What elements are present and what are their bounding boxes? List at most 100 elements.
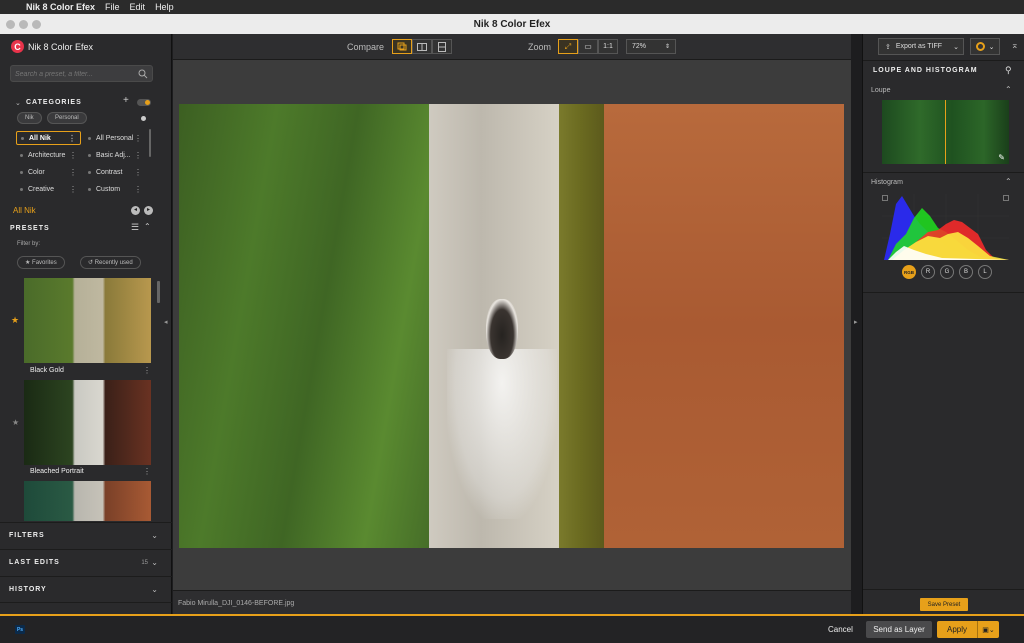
chevron-down-icon: ⌄: [151, 531, 158, 540]
section-last-edits[interactable]: LAST EDITS 15 ⌄: [0, 549, 172, 575]
chip-personal[interactable]: Personal: [47, 112, 87, 124]
nik-circle-icon: [975, 42, 985, 51]
save-preset-button[interactable]: Save Preset: [920, 598, 968, 611]
channel-b-button[interactable]: B: [959, 265, 973, 279]
previous-category-icon[interactable]: ◂: [131, 206, 140, 215]
menu-help[interactable]: Help: [155, 2, 184, 12]
filter-recently-used-button[interactable]: ↺ Recently used: [80, 256, 141, 269]
histogram-label: Histogram: [871, 179, 903, 186]
history-icon: ↺: [88, 260, 95, 266]
next-category-icon[interactable]: ▸: [144, 206, 153, 215]
menu-app-name[interactable]: Nik 8 Color Efex: [26, 2, 105, 12]
search-box[interactable]: [10, 65, 153, 82]
pin-icon[interactable]: ⚲: [1005, 65, 1012, 76]
search-icon[interactable]: [138, 69, 148, 79]
apply-options-button[interactable]: ▣⌄: [977, 621, 999, 638]
loupe-pin-icon[interactable]: ✎: [998, 153, 1005, 162]
categories-title: CATEGORIES: [26, 99, 82, 106]
loupe-histogram-title: LOUPE AND HISTOGRAM: [873, 67, 978, 74]
channel-r-button[interactable]: R: [921, 265, 935, 279]
category-basic-adjustments[interactable]: Basic Adj... ⋮: [84, 148, 146, 162]
categories-collapse-chevron-icon[interactable]: ⌄: [15, 99, 21, 107]
side-by-side-icon: [417, 42, 427, 51]
search-input[interactable]: [15, 68, 133, 80]
category-custom[interactable]: Custom ⋮: [84, 182, 146, 196]
loupe-label: Loupe: [871, 87, 891, 94]
channel-rgb-button[interactable]: RGB: [902, 265, 916, 279]
chip-nik[interactable]: Nik: [17, 112, 42, 124]
photoshop-icon: Ps: [15, 625, 25, 634]
photo-canvas[interactable]: [179, 104, 844, 548]
filter-favorites-button[interactable]: ★ Favorites: [17, 256, 65, 269]
menu-edit[interactable]: Edit: [130, 2, 156, 12]
compare-top-bottom-button[interactable]: [432, 39, 452, 54]
preset-menu-icon[interactable]: ⋮: [143, 366, 151, 375]
category-all-nik[interactable]: All Nik ⋮: [16, 131, 81, 145]
compare-label: Compare: [347, 42, 385, 52]
image-filename: Fabio Mirulla_DJI_0146-BEFORE.jpg: [178, 600, 295, 607]
add-category-icon[interactable]: +: [123, 95, 129, 106]
apply-button[interactable]: Apply: [937, 621, 977, 638]
fit-screen-icon: ⤢: [564, 41, 572, 51]
presets-scrollbar[interactable]: [157, 281, 160, 303]
panel-divider: [863, 60, 1024, 61]
category-all-personal[interactable]: All Personal ⋮: [84, 131, 146, 145]
chip-indicator-dot: [141, 116, 146, 121]
image-canvas-area: Compare Zoom ⤢ ▭ 1:1 72% ⇕ Fabio Mirulla_…: [173, 34, 851, 614]
category-contrast[interactable]: Contrast ⋮: [84, 165, 146, 179]
star-icon: ★: [25, 260, 33, 266]
section-filters[interactable]: FILTERS ⌄: [0, 522, 172, 548]
cancel-button[interactable]: Cancel: [828, 625, 853, 634]
zoom-fit-button[interactable]: ⤢: [558, 39, 578, 54]
presets-title: PRESETS: [10, 225, 50, 232]
preset-favorite-star-icon[interactable]: ★: [11, 315, 19, 326]
channel-l-button[interactable]: L: [978, 265, 992, 279]
histogram-collapse-icon[interactable]: ⌃: [1005, 177, 1012, 186]
category-toggle[interactable]: [137, 99, 151, 106]
presets-collapse-chevron-icon[interactable]: ⌃: [144, 222, 151, 231]
preset-thumbnail-black-gold[interactable]: [24, 278, 151, 363]
preset-unfavorite-star-icon[interactable]: ★: [12, 418, 19, 427]
chevron-down-icon: ⌄: [988, 43, 995, 51]
current-category-label: All Nik: [13, 206, 36, 215]
stepper-icon: ⇕: [664, 44, 670, 50]
layers-icon: ▣⌄: [982, 626, 995, 634]
minimize-window-button[interactable]: [19, 20, 28, 29]
preferences-button[interactable]: ⌄: [970, 38, 1000, 55]
fill-screen-icon: ▭: [584, 42, 592, 51]
zoom-1to1-button[interactable]: 1:1: [598, 39, 618, 54]
section-history[interactable]: HISTORY ⌄: [0, 576, 172, 602]
right-panel: ⇪ Export as TIFF ⌄ ⌄ ⌅ LOUPE AND HISTOGRAM…: [862, 34, 1024, 614]
categories-scrollbar[interactable]: [149, 129, 151, 157]
preset-thumbnail-bleached-portrait[interactable]: [24, 380, 151, 465]
collapse-top-icon[interactable]: ⌅: [1011, 40, 1019, 51]
category-architecture[interactable]: Architecture ⋮: [16, 148, 81, 162]
zoom-fill-button[interactable]: ▭: [578, 39, 598, 54]
preset-thumbnail-partial[interactable]: [24, 481, 151, 521]
channel-g-button[interactable]: G: [940, 265, 954, 279]
category-color[interactable]: Color ⋮: [16, 165, 81, 179]
zoom-select[interactable]: 72% ⇕: [626, 39, 676, 54]
last-edits-count: 15: [141, 559, 148, 566]
panel-divider: [863, 589, 1024, 590]
window-titlebar: Nik 8 Color Efex: [0, 14, 1024, 34]
zoom-window-button[interactable]: [32, 20, 41, 29]
close-window-button[interactable]: [6, 20, 15, 29]
compare-split-button[interactable]: [392, 39, 412, 54]
send-as-layer-button[interactable]: Send as Layer: [866, 621, 932, 638]
menu-bar: Nik 8 Color Efex File Edit Help: [0, 0, 1024, 14]
loupe-preview[interactable]: ✎: [882, 100, 1009, 164]
preset-menu-icon[interactable]: ⋮: [143, 467, 151, 476]
export-button[interactable]: ⇪ Export as TIFF ⌄: [878, 38, 964, 55]
collapse-left-panel-icon[interactable]: ◂: [164, 318, 168, 326]
category-creative[interactable]: Creative ⋮: [16, 182, 81, 196]
top-bottom-icon: [438, 41, 446, 52]
window-title: Nik 8 Color Efex: [473, 18, 551, 30]
top-toolbar: [173, 34, 851, 60]
menu-file[interactable]: File: [105, 2, 130, 12]
histogram-graph: [882, 194, 1009, 260]
compare-side-by-side-button[interactable]: [412, 39, 432, 54]
loupe-collapse-icon[interactable]: ⌃: [1005, 85, 1012, 94]
collapse-right-panel-icon[interactable]: ▸: [854, 318, 858, 326]
presets-list-view-icon[interactable]: ☰: [131, 222, 139, 233]
